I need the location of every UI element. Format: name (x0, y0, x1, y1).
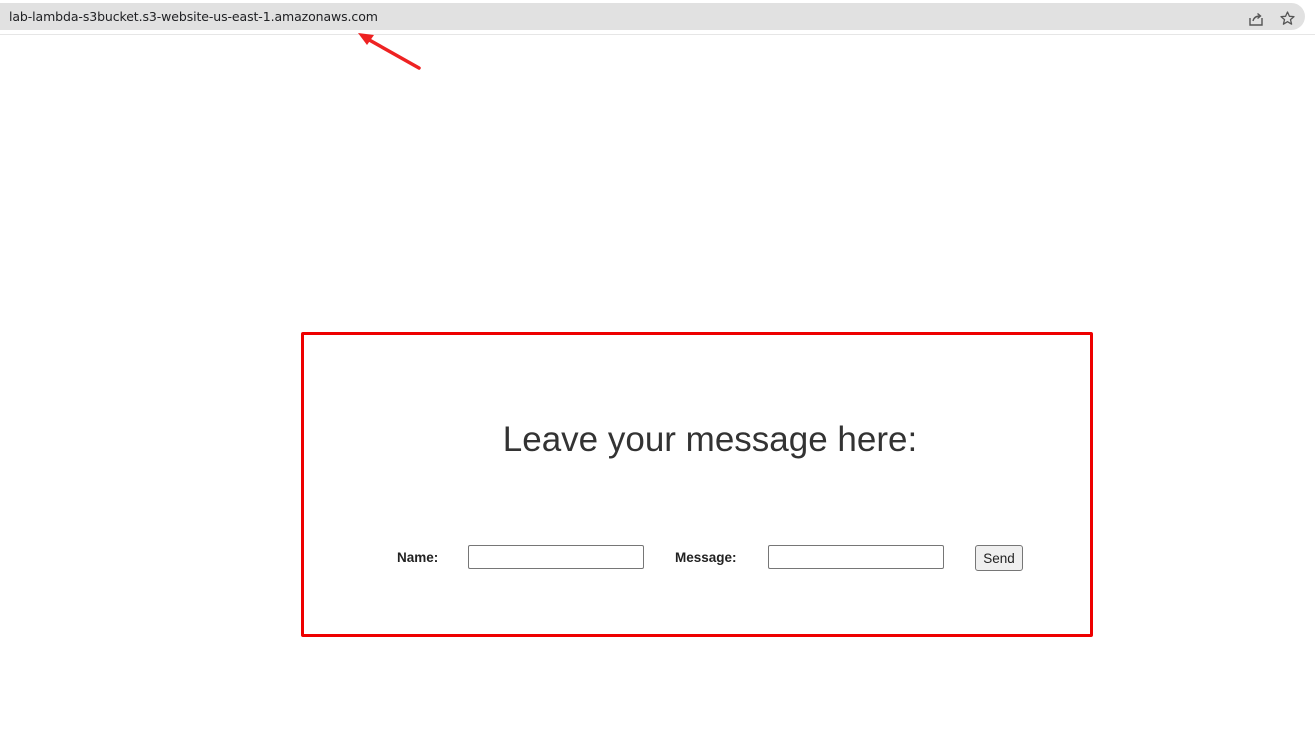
message-input[interactable] (768, 545, 944, 569)
name-label: Name: (397, 550, 439, 565)
page-heading: Leave your message here: (502, 420, 918, 459)
address-bar[interactable]: lab-lambda-s3bucket.s3-website-us-east-1… (0, 3, 1305, 30)
name-input[interactable] (468, 545, 644, 569)
toolbar-divider (0, 34, 1315, 35)
share-icon[interactable] (1248, 11, 1264, 27)
star-icon[interactable] (1279, 10, 1296, 27)
highlight-box-annotation (301, 332, 1093, 637)
send-button[interactable]: Send (975, 545, 1023, 571)
url-text[interactable]: lab-lambda-s3bucket.s3-website-us-east-1… (9, 9, 378, 24)
red-arrow-annotation (358, 33, 421, 70)
message-label: Message: (675, 550, 737, 565)
